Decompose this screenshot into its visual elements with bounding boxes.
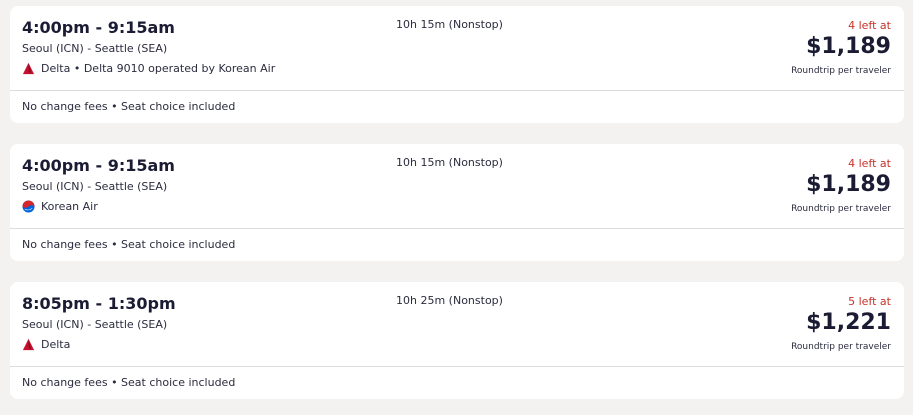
flight-duration: 10h 15m (Nonstop) xyxy=(396,18,503,31)
flight-route: Seoul (ICN) - Seattle (SEA) xyxy=(22,180,168,193)
flight-card-main[interactable]: 4:00pm - 9:15am Seoul (ICN) - Seattle (S… xyxy=(10,6,904,91)
korean-air-logo-icon xyxy=(22,200,35,213)
flight-card-footer: No change fees • Seat choice included xyxy=(22,100,236,113)
flight-times: 4:00pm - 9:15am xyxy=(22,18,175,37)
flight-card[interactable]: 4:00pm - 9:15am Seoul (ICN) - Seattle (S… xyxy=(10,6,904,123)
price-note: Roundtrip per traveler xyxy=(791,66,891,76)
flight-duration: 10h 15m (Nonstop) xyxy=(396,156,503,169)
flight-card[interactable]: 4:00pm - 9:15am Seoul (ICN) - Seattle (S… xyxy=(10,144,904,261)
airline-info: Delta • Delta 9010 operated by Korean Ai… xyxy=(22,62,275,75)
price: $1,189 xyxy=(806,34,891,59)
price: $1,221 xyxy=(806,310,891,335)
price-note: Roundtrip per traveler xyxy=(791,342,891,352)
flight-card-footer: No change fees • Seat choice included xyxy=(22,376,236,389)
flight-duration: 10h 25m (Nonstop) xyxy=(396,294,503,307)
delta-logo-icon xyxy=(22,338,35,351)
flight-card-main[interactable]: 4:00pm - 9:15am Seoul (ICN) - Seattle (S… xyxy=(10,144,904,229)
airline-info: Korean Air xyxy=(22,200,98,213)
flight-times: 8:05pm - 1:30pm xyxy=(22,294,176,313)
flight-card-main[interactable]: 8:05pm - 1:30pm Seoul (ICN) - Seattle (S… xyxy=(10,282,904,367)
price-note: Roundtrip per traveler xyxy=(791,204,891,214)
airline-name: Delta xyxy=(41,338,71,351)
flight-card[interactable]: 8:05pm - 1:30pm Seoul (ICN) - Seattle (S… xyxy=(10,282,904,399)
seats-left: 4 left at xyxy=(848,157,891,170)
flight-route: Seoul (ICN) - Seattle (SEA) xyxy=(22,42,168,55)
flight-times: 4:00pm - 9:15am xyxy=(22,156,175,175)
seats-left: 4 left at xyxy=(848,19,891,32)
airline-info: Delta xyxy=(22,338,70,351)
airline-name: Korean Air xyxy=(41,200,98,213)
seats-left: 5 left at xyxy=(848,295,891,308)
airline-name: Delta • Delta 9010 operated by Korean Ai… xyxy=(41,62,276,75)
flight-card-footer: No change fees • Seat choice included xyxy=(22,238,236,251)
delta-logo-icon xyxy=(22,62,35,75)
price: $1,189 xyxy=(806,172,891,197)
flight-route: Seoul (ICN) - Seattle (SEA) xyxy=(22,318,168,331)
